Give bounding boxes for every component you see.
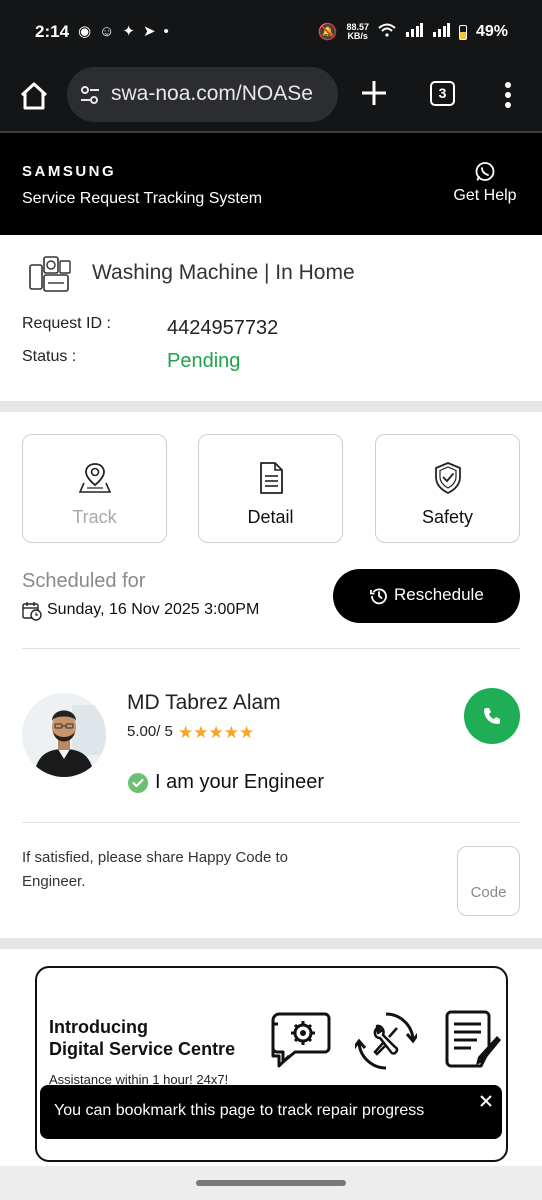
divider-line [22, 822, 520, 823]
section-divider [0, 401, 542, 412]
status-right: 🔕 88.57 KB/s 49% [318, 22, 508, 42]
net-speed: 88.57 KB/s [346, 23, 369, 41]
mute-icon: 🔕 [317, 24, 338, 41]
track-label: Track [72, 507, 117, 527]
navigation-gesture-bar[interactable] [196, 1180, 346, 1186]
history-icon [370, 588, 387, 605]
map-pin-icon [78, 463, 112, 493]
calendar-clock-icon [22, 602, 42, 621]
whatsapp-icon [475, 162, 495, 181]
site-settings-icon[interactable] [79, 84, 101, 106]
chat-settings-icon [271, 1012, 331, 1068]
wifi-icon [378, 23, 396, 42]
browser-toolbar: swa-noa.com/NOASe 3 [0, 64, 542, 132]
scheduled-datetime: Sunday, 16 Nov 2025 3:00PM [47, 601, 260, 618]
code-label: Code [470, 884, 507, 901]
safety-label: Safety [421, 507, 474, 527]
request-id-label: Request ID : [22, 315, 111, 332]
reschedule-label: Reschedule [394, 585, 484, 604]
detail-label: Detail [247, 507, 294, 527]
close-icon[interactable] [478, 1093, 494, 1109]
happy-code-button[interactable]: Code [457, 846, 520, 916]
shield-check-icon [435, 462, 461, 494]
samsung-logo: SAMSUNG [22, 163, 117, 180]
tab-switcher-button[interactable]: 3 [430, 81, 455, 106]
call-engineer-button[interactable] [464, 688, 520, 744]
detail-button[interactable]: Detail [198, 434, 343, 543]
phone-icon [484, 708, 500, 724]
safety-button[interactable]: Safety [375, 434, 520, 543]
new-tab-icon[interactable] [358, 77, 390, 109]
battery-percent: 49% [475, 23, 508, 40]
happy-code-message: If satisfied, please share Happy Code to… [22, 849, 288, 890]
status-label: Status : [22, 348, 77, 365]
promo-title-line2: Digital Service Centre [49, 1039, 236, 1059]
more-menu-icon[interactable] [498, 79, 518, 111]
status-value: Pending [167, 350, 241, 372]
product-title: Washing Machine | In Home [92, 261, 355, 284]
promo-title-line1: Introducing [49, 1017, 148, 1037]
document-icon [260, 462, 283, 494]
engineer-tagline: I am your Engineer [155, 771, 324, 793]
net-speed-unit: KB/s [347, 31, 368, 41]
home-icon[interactable] [18, 80, 50, 112]
reschedule-button[interactable]: Reschedule [333, 569, 520, 623]
toast-message: You can bookmark this page to track repa… [54, 1102, 425, 1119]
signal-icon-2 [432, 22, 450, 42]
scheduled-title: Scheduled for [22, 570, 146, 592]
status-bar: 2:14 ◉☺✦➤• 🔕 88.57 KB/s 49% [0, 0, 542, 64]
status-time: 2:14 [35, 22, 70, 41]
section-divider [0, 938, 542, 949]
request-summary: Washing Machine | In Home Request ID : 4… [0, 235, 542, 401]
get-help-label: Get Help [453, 187, 517, 204]
notification-icons: ◉☺✦➤• [78, 23, 177, 40]
engineer-rating: 5.00/ 5 [127, 723, 173, 740]
form-edit-icon [445, 1010, 501, 1068]
engineer-name: MD Tabrez Alam [127, 691, 281, 714]
url-bar[interactable]: swa-noa.com/NOASe [67, 67, 338, 122]
appliances-icon [29, 256, 71, 292]
bookmark-toast: You can bookmark this page to track repa… [40, 1085, 502, 1139]
verified-badge-icon [128, 773, 148, 793]
request-id-value: 4424957732 [167, 317, 279, 339]
battery-icon [458, 24, 467, 40]
promo-title: Introducing Digital Service Centre [49, 1016, 235, 1060]
url-text[interactable]: swa-noa.com/NOASe [111, 82, 326, 106]
engineer-avatar [22, 693, 106, 777]
get-help-button[interactable]: Get Help [450, 161, 520, 211]
signal-icon [405, 22, 423, 42]
track-button[interactable]: Track [22, 434, 167, 543]
site-header: SAMSUNG Service Request Tracking System … [0, 133, 542, 235]
divider-line [22, 648, 520, 649]
star-rating: ★★★★★ [178, 723, 255, 742]
header-subtitle: Service Request Tracking System [22, 190, 263, 207]
repair-tools-icon [355, 1012, 417, 1070]
